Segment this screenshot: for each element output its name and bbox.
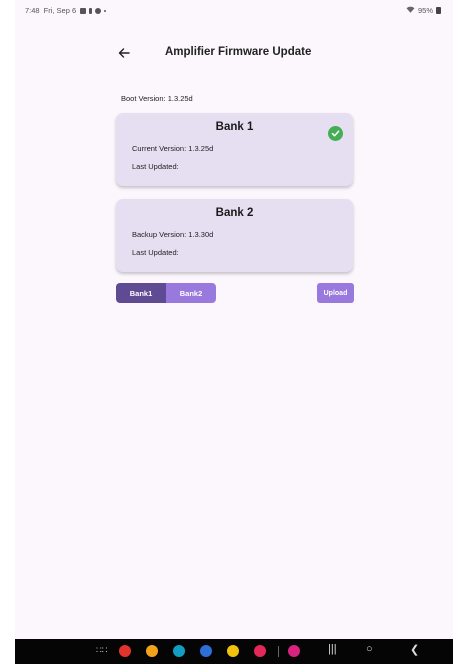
app-bar: Amplifier Firmware Update [15, 40, 453, 66]
gallery-notification-icon [80, 7, 87, 14]
navigation-bar: ∷∷ ||| ○ ❮ [15, 639, 453, 664]
boot-version: Boot Version: 1.3.25d [121, 94, 193, 103]
home-icon[interactable]: ○ [366, 643, 373, 655]
nav-back-icon[interactable]: ❮ [410, 643, 419, 656]
back-arrow-icon [118, 48, 130, 58]
notification-icons [80, 7, 107, 14]
app-icon-orange[interactable] [146, 645, 158, 657]
app-icon-pink[interactable] [254, 645, 266, 657]
status-right: 95% [406, 6, 441, 15]
bank2-segment[interactable]: Bank2 [166, 283, 216, 303]
bank1-last-updated: Last Updated: [132, 162, 179, 171]
bank1-card: Bank 1 Current Version: 1.3.25d Last Upd… [116, 113, 353, 186]
app-icon-red[interactable] [119, 645, 131, 657]
settings-notification-icon [95, 7, 102, 14]
bank2-title: Bank 2 [215, 207, 254, 219]
bank-selector: Bank1 Bank2 [116, 283, 216, 303]
app-drawer-icon[interactable]: ∷∷ [96, 645, 107, 656]
bank2-backup-version: Backup Version: 1.3.30d [132, 230, 214, 239]
status-left: 7:48 Fri, Sep 6 [25, 6, 107, 15]
bank2-last-updated: Last Updated: [132, 248, 179, 257]
app-icon-teal[interactable] [173, 645, 185, 657]
more-notifications-icon [104, 9, 107, 12]
bank1-segment[interactable]: Bank1 [116, 283, 166, 303]
bank1-title: Bank 1 [215, 121, 254, 133]
back-button[interactable] [115, 44, 133, 62]
app-icon-blue[interactable] [200, 645, 212, 657]
device-screen: 7:48 Fri, Sep 6 95% Amplifier Firmware U… [15, 0, 453, 664]
nav-separator [278, 646, 279, 657]
check-circle-icon [328, 126, 343, 141]
wifi-icon [406, 6, 415, 15]
recent-apps-icon[interactable]: ||| [328, 643, 337, 655]
bank1-current-version: Current Version: 1.3.25d [132, 144, 214, 153]
upload-button[interactable]: Upload [317, 283, 354, 303]
battery-level: 95% [417, 6, 433, 15]
lock-notification-icon [89, 7, 93, 14]
status-bar: 7:48 Fri, Sep 6 95% [15, 0, 453, 22]
battery-icon [436, 7, 441, 14]
app-icon-magenta[interactable] [288, 645, 300, 657]
chrome-icon[interactable] [227, 645, 239, 657]
page-title: Amplifier Firmware Update [165, 46, 312, 58]
status-date: Fri, Sep 6 [43, 6, 77, 15]
bank2-card: Bank 2 Backup Version: 1.3.30d Last Upda… [116, 199, 353, 272]
status-time: 7:48 [25, 6, 40, 15]
